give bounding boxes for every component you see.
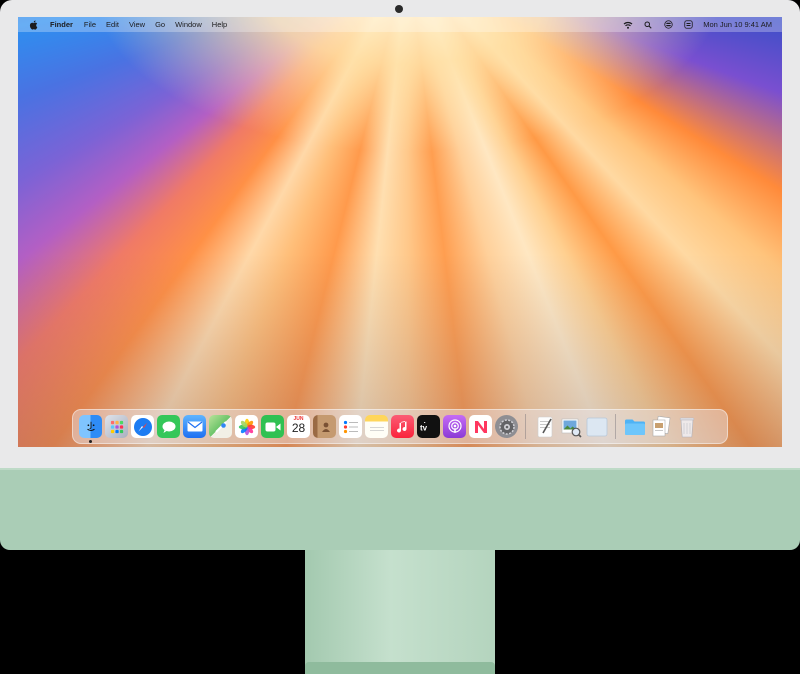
menu-bar: Finder File Edit View Go Window Help Mon… [18, 17, 782, 32]
svg-text:tv: tv [420, 423, 428, 432]
tv-icon[interactable]: tv [417, 415, 440, 438]
settings-gear-icon[interactable] [495, 415, 518, 438]
mail-icon[interactable] [183, 415, 206, 438]
calendar-icon[interactable]: JUN 28 [287, 415, 310, 438]
menu-app-name[interactable]: Finder [46, 20, 79, 29]
folder-icon[interactable] [623, 415, 646, 438]
imac-bezel: Finder File Edit View Go Window Help Mon… [0, 0, 800, 468]
control-center-icon[interactable] [663, 20, 673, 30]
imac-stand-foot [305, 662, 495, 674]
trash-icon[interactable] [675, 415, 698, 438]
music-icon[interactable] [391, 415, 414, 438]
launchpad-icon[interactable] [105, 415, 128, 438]
dock-separator [615, 414, 616, 439]
safari-icon[interactable] [131, 415, 154, 438]
dock-separator [525, 414, 526, 439]
camera [395, 5, 403, 13]
news-icon[interactable] [469, 415, 492, 438]
menu-help[interactable]: Help [207, 20, 232, 29]
documents-stack-icon[interactable] [649, 415, 672, 438]
imac-stand [305, 550, 495, 674]
preview-icon[interactable] [559, 415, 582, 438]
menu-view[interactable]: View [124, 20, 150, 29]
imac-chin [0, 468, 800, 550]
siri-icon[interactable] [683, 20, 693, 30]
menu-go[interactable]: Go [150, 20, 170, 29]
textedit-icon[interactable] [533, 415, 556, 438]
menu-clock[interactable]: Mon Jun 10 9:41 AM [703, 20, 772, 29]
contacts-icon[interactable] [313, 415, 336, 438]
menu-edit[interactable]: Edit [101, 20, 124, 29]
menu-file[interactable]: File [79, 20, 101, 29]
calendar-day: 28 [291, 421, 306, 435]
podcasts-icon[interactable] [443, 415, 466, 438]
maps-icon[interactable] [209, 415, 232, 438]
dock: JUN 28 tv [72, 409, 728, 444]
search-icon[interactable] [643, 20, 653, 30]
reminders-icon[interactable] [339, 415, 362, 438]
screen-wallpaper: Finder File Edit View Go Window Help Mon… [18, 17, 782, 447]
notes-icon[interactable] [365, 415, 388, 438]
running-indicator [89, 440, 92, 443]
menu-window[interactable]: Window [170, 20, 207, 29]
photos-icon[interactable] [235, 415, 258, 438]
window-icon[interactable] [585, 415, 608, 438]
wifi-icon[interactable] [623, 20, 633, 30]
finder-icon[interactable] [79, 415, 102, 443]
apple-logo-icon[interactable] [28, 19, 38, 30]
facetime-icon[interactable] [261, 415, 284, 438]
messages-icon[interactable] [157, 415, 180, 438]
